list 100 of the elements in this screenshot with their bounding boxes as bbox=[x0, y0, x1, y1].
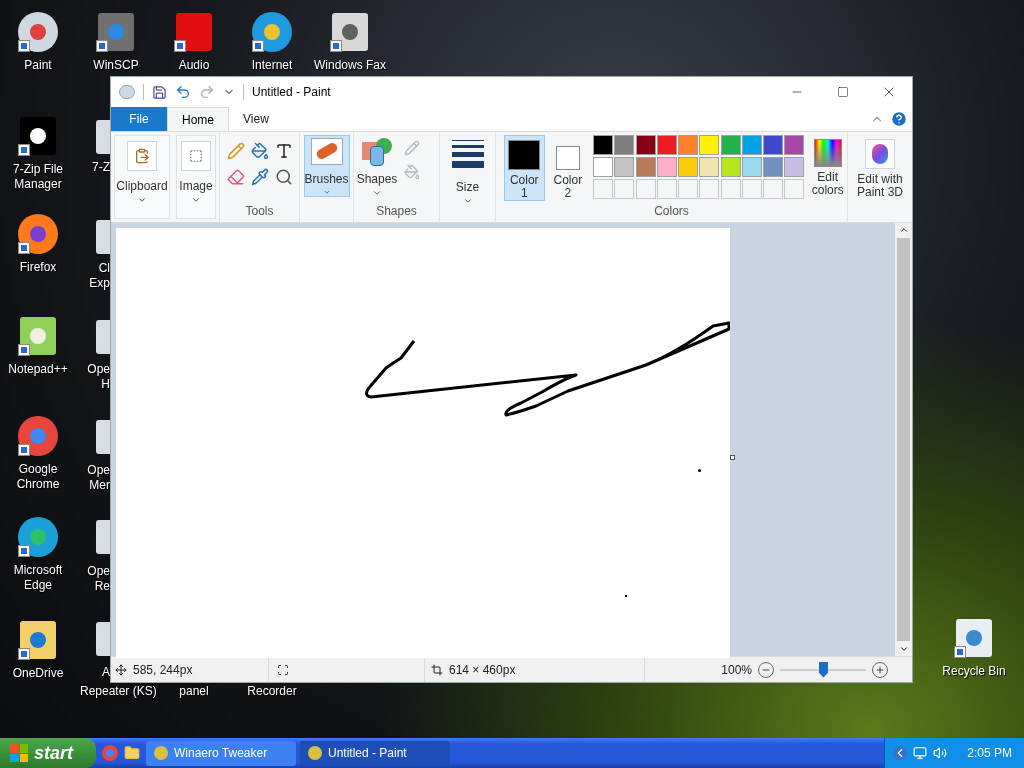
color-swatch[interactable] bbox=[678, 157, 699, 177]
caret-icon bbox=[462, 196, 473, 206]
edit-colors-button[interactable]: Edit colors bbox=[808, 135, 847, 197]
undo-icon[interactable] bbox=[175, 84, 191, 100]
scroll-down-icon[interactable] bbox=[898, 644, 909, 654]
color-swatch[interactable] bbox=[635, 135, 656, 155]
cursor-position-icon bbox=[115, 663, 127, 676]
color-swatch[interactable] bbox=[762, 157, 783, 177]
icon-label[interactable]: Paint bbox=[0, 58, 77, 73]
pencil-icon[interactable] bbox=[226, 142, 245, 160]
icon-label[interactable]: Google Chrome bbox=[0, 462, 77, 492]
icon-label[interactable]: 7-Z bbox=[92, 160, 110, 175]
color-picker-icon[interactable] bbox=[250, 168, 269, 186]
icon-label[interactable]: panel bbox=[164, 684, 224, 699]
caret-icon bbox=[191, 195, 201, 205]
magnifier-icon[interactable] bbox=[274, 168, 293, 186]
zoom-slider[interactable] bbox=[780, 661, 866, 678]
canvas-size: 614 × 460px bbox=[449, 661, 516, 679]
vertical-scrollbar[interactable] bbox=[895, 223, 912, 656]
icon-label[interactable]: Internet bbox=[233, 58, 311, 73]
group-label: Colors bbox=[653, 203, 690, 220]
group-label: Tools bbox=[245, 203, 274, 220]
caret-icon bbox=[137, 195, 147, 205]
icon-label[interactable]: Ope bbox=[87, 362, 110, 377]
volume-icon[interactable] bbox=[933, 746, 948, 760]
icon-label[interactable]: Cl bbox=[98, 261, 110, 276]
taskbar-button[interactable]: Untitled - Paint bbox=[300, 740, 450, 766]
paint-bucket-icon[interactable] bbox=[250, 142, 269, 160]
group-label: Shapes bbox=[375, 203, 418, 220]
icon-label[interactable]: WinSCP bbox=[77, 58, 155, 73]
color-swatch[interactable] bbox=[762, 135, 783, 155]
icon-label[interactable]: Firefox bbox=[0, 260, 77, 275]
show-hidden-icons-icon[interactable] bbox=[893, 746, 908, 760]
color-swatch[interactable] bbox=[741, 135, 762, 155]
color-selector[interactable]: Color 2 bbox=[547, 135, 589, 201]
icon-label[interactable]: 7-Zip File Manager bbox=[0, 162, 77, 192]
clock: 2:05 PM bbox=[967, 745, 1012, 762]
color-swatch[interactable] bbox=[741, 157, 762, 177]
ribbon-tab[interactable]: File bbox=[111, 107, 167, 131]
ribbon-tab[interactable]: Home bbox=[167, 107, 229, 131]
text-icon[interactable] bbox=[274, 142, 293, 160]
selection-size-icon bbox=[277, 663, 289, 676]
outline-icon[interactable] bbox=[404, 140, 420, 156]
fill-icon[interactable] bbox=[404, 164, 420, 180]
eraser-icon[interactable] bbox=[226, 168, 245, 186]
color-selector[interactable]: Color 1 bbox=[504, 135, 545, 201]
save-icon[interactable] bbox=[152, 84, 167, 100]
icon-label[interactable]: Exp bbox=[89, 276, 110, 291]
paint-3d-button[interactable]: Edit with Paint 3D bbox=[848, 132, 912, 222]
help-icon[interactable] bbox=[890, 110, 908, 128]
icon-label[interactable]: Audio bbox=[155, 58, 233, 73]
brushes-button[interactable]: Brushes bbox=[303, 135, 350, 197]
color-swatch[interactable] bbox=[784, 157, 805, 177]
scroll-up-icon[interactable] bbox=[898, 225, 909, 235]
color-swatch[interactable] bbox=[656, 135, 677, 155]
icon-label[interactable]: Repeater (KS) bbox=[80, 684, 157, 699]
maximize-icon bbox=[837, 86, 849, 98]
icon-label[interactable]: Ope bbox=[87, 564, 110, 579]
icon-label[interactable]: Ope bbox=[87, 463, 110, 478]
color-swatch[interactable] bbox=[720, 157, 741, 177]
color-swatch[interactable] bbox=[593, 135, 614, 155]
icon-label[interactable]: Notepad++ bbox=[0, 362, 77, 377]
shapes-button[interactable]: Shapes bbox=[354, 132, 400, 198]
ribbon-tab[interactable]: View bbox=[229, 107, 283, 131]
plus-icon bbox=[875, 664, 885, 675]
icon-label[interactable]: Mer bbox=[89, 478, 110, 493]
clipboard-button[interactable]: Clipboard bbox=[114, 135, 170, 219]
icon-label[interactable]: Windows Fax bbox=[311, 58, 389, 73]
zoom-thumb[interactable] bbox=[819, 661, 828, 678]
icon-label[interactable]: Recorder bbox=[242, 684, 302, 699]
size-button[interactable]: Size bbox=[445, 132, 490, 222]
icon-label[interactable]: A bbox=[102, 665, 110, 680]
color-swatch[interactable] bbox=[678, 135, 699, 155]
image-button[interactable]: Image bbox=[176, 135, 216, 219]
caret-icon bbox=[372, 188, 382, 198]
color-swatch[interactable] bbox=[699, 157, 720, 177]
zoom-percent: 100% bbox=[721, 661, 752, 679]
redo-icon[interactable] bbox=[199, 84, 215, 100]
icon-label[interactable]: Re bbox=[94, 579, 110, 594]
selection-icon bbox=[189, 149, 203, 163]
resize-handle[interactable] bbox=[730, 455, 735, 460]
color-swatch[interactable] bbox=[614, 135, 635, 155]
icon-label[interactable]: OneDrive bbox=[0, 666, 77, 681]
canvas-size-icon bbox=[431, 663, 443, 676]
windows-logo-icon bbox=[10, 744, 28, 762]
color-swatch[interactable] bbox=[699, 135, 720, 155]
icon-label[interactable]: Recycle Bin bbox=[935, 664, 1013, 679]
color-swatch[interactable] bbox=[614, 157, 635, 177]
taskbar-button[interactable]: Winaero Tweaker bbox=[146, 740, 296, 766]
network-icon[interactable] bbox=[913, 746, 928, 760]
icon-label[interactable]: Microsoft Edge bbox=[0, 563, 77, 593]
window-title: Untitled - Paint bbox=[252, 84, 331, 101]
color-swatch[interactable] bbox=[656, 157, 677, 177]
color-swatch[interactable] bbox=[784, 135, 805, 155]
start-button[interactable]: start bbox=[0, 738, 96, 768]
folder-icon[interactable] bbox=[124, 745, 140, 761]
color-swatch[interactable] bbox=[720, 135, 741, 155]
color-swatch[interactable] bbox=[635, 157, 656, 177]
color-swatch[interactable] bbox=[593, 157, 614, 177]
icon-label[interactable]: H bbox=[101, 377, 110, 392]
